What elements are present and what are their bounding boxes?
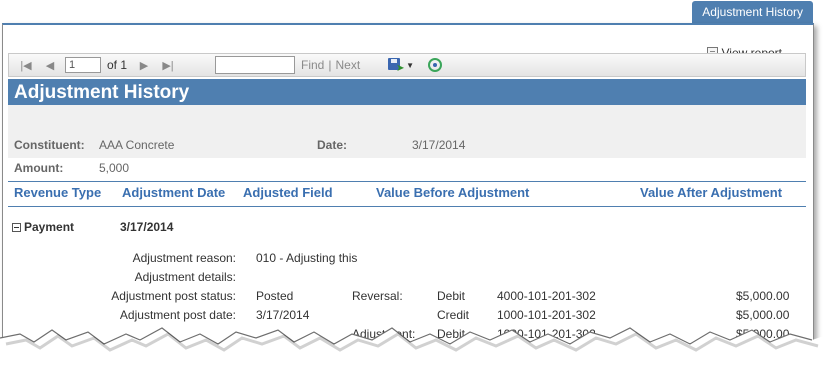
adjustment-post-status-value: Posted: [256, 289, 294, 303]
next-page-icon[interactable]: ▶: [137, 58, 151, 72]
torn-paper-edge: [0, 327, 824, 376]
date-label: Date:: [317, 138, 348, 152]
adjustment-post-status-label: Adjustment post status:: [111, 289, 236, 303]
chevron-down-icon[interactable]: ▼: [406, 61, 414, 70]
amount-label: Amount:: [14, 161, 64, 175]
column-header-value-before: Value Before Adjustment: [376, 185, 530, 200]
report-title: Adjustment History: [8, 79, 806, 105]
page-number-input[interactable]: 1: [65, 57, 101, 73]
column-header-adjusted-field: Adjusted Field: [243, 185, 333, 200]
previous-page-icon[interactable]: ◀: [43, 58, 57, 72]
export-save-icon[interactable]: ➤: [388, 58, 405, 74]
column-header-adjustment-date: Adjustment Date: [122, 185, 226, 200]
column-header-value-after: Value After Adjustment: [640, 185, 783, 200]
entry-kind-reversal: Reversal:: [352, 289, 403, 303]
amount-value: 5,000: [99, 161, 130, 175]
column-header-bottom-rule: [8, 206, 806, 207]
refresh-icon[interactable]: [428, 58, 443, 72]
entry-type: Debit: [437, 289, 466, 303]
adjustment-details-label: Adjustment details:: [134, 270, 236, 284]
constituent-value: AAA Concrete: [99, 138, 175, 152]
entry-account: 4000-101-201-302: [497, 289, 596, 303]
next-link[interactable]: Next: [335, 58, 360, 72]
constituent-label: Constituent:: [14, 138, 85, 152]
payment-type: Payment: [24, 220, 75, 234]
find-input[interactable]: [215, 56, 296, 74]
column-header-revenue-type: Revenue Type: [14, 185, 102, 200]
toolbar-separator: |: [328, 58, 332, 72]
payment-group-row[interactable]: Payment: [12, 220, 74, 234]
column-header-top-rule: [8, 181, 806, 182]
payment-date: 3/17/2014: [120, 220, 174, 234]
page-count-label: of 1: [107, 58, 128, 72]
adjustment-reason-value: 010 - Adjusting this: [256, 251, 358, 265]
entry-amount: $5,000.00: [736, 289, 790, 303]
adjustment-reason-label: Adjustment reason:: [132, 251, 236, 265]
first-page-icon[interactable]: |◀: [19, 58, 33, 72]
find-link[interactable]: Find: [301, 58, 324, 72]
last-page-icon[interactable]: ▶|: [161, 58, 175, 72]
report-toolbar: |◀ ◀ 1 of 1 ▶ ▶| Find | Next ➤ ▼: [8, 53, 806, 77]
tab-adjustment-history[interactable]: Adjustment History: [692, 1, 813, 23]
collapse-icon[interactable]: [12, 223, 21, 233]
date-value: 3/17/2014: [412, 138, 466, 152]
